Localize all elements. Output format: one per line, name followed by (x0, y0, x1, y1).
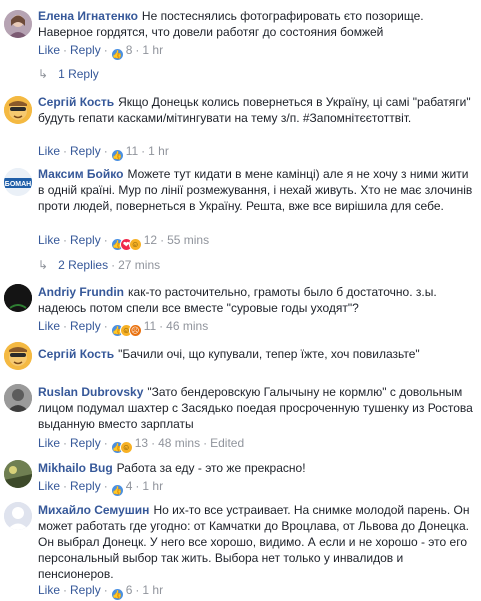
author-name[interactable]: Сергій Кость (38, 95, 114, 109)
timestamp[interactable]: 1 hr (142, 479, 163, 493)
reply-link[interactable]: Reply (70, 319, 101, 333)
reaction-count[interactable]: 11 (144, 319, 156, 333)
view-replies-link[interactable]: ↳ 1 Reply (38, 66, 99, 82)
comment-actions: Like · Reply · 👍☺ 13 · 48 mins · Edited (38, 436, 245, 454)
reactions[interactable]: 👍 (110, 45, 124, 61)
avatar-badge-text: БОМАН (5, 181, 31, 188)
comment-actions: Like · Reply · 👍 11 · 1 hr (38, 144, 169, 162)
reaction-count[interactable]: 13 (135, 436, 148, 450)
author-name[interactable]: Mikhailo Bug (38, 461, 113, 475)
reply-link[interactable]: Reply (70, 436, 101, 450)
reactions[interactable]: 👍☺☹ (110, 321, 142, 337)
like-link[interactable]: Like (38, 319, 60, 333)
reply-link[interactable]: Reply (70, 144, 101, 158)
like-link[interactable]: Like (38, 583, 60, 597)
like-link[interactable]: Like (38, 233, 60, 247)
like-reaction-icon: 👍 (110, 484, 124, 497)
reply-link[interactable]: Reply (70, 583, 101, 597)
timestamp[interactable]: 1 hr (142, 583, 163, 597)
reactions[interactable]: 👍 (110, 481, 124, 497)
avatar[interactable] (4, 502, 32, 530)
avatar[interactable] (4, 96, 32, 124)
author-name[interactable]: Максим Бойко (38, 167, 123, 181)
author-name[interactable]: Елена Игнатенко (38, 9, 138, 23)
comment: Елена Игнатенко Не постеснялись фотографи… (0, 0, 481, 62)
reply-link[interactable]: Reply (70, 479, 101, 493)
reaction-count[interactable]: 11 (126, 144, 138, 158)
reaction-count[interactable]: 12 (144, 233, 157, 247)
reactions[interactable]: 👍☺ (110, 438, 133, 454)
haha-reaction-icon: ☺ (128, 238, 142, 251)
author-name[interactable]: Ruslan Dubrovsky (38, 385, 143, 399)
comment-text: "Бачили очі, що купували, тепер їжте, хо… (118, 347, 420, 361)
edited-label[interactable]: Edited (210, 436, 244, 450)
comment-actions: Like · Reply · 👍 8 · 1 hr (38, 43, 164, 61)
avatar[interactable] (4, 460, 32, 488)
timestamp[interactable]: 1 hr (142, 43, 163, 57)
reactions[interactable]: 👍❤ ☺ (110, 235, 142, 251)
avatar[interactable] (4, 384, 32, 412)
author-name[interactable]: Andriy Frundin (38, 285, 124, 299)
comment-actions: Like · Reply · 👍❤ ☺ 12 · 55 mins (38, 233, 210, 251)
view-replies-link[interactable]: ↳ 2 Replies · 27 mins (38, 257, 160, 273)
timestamp[interactable]: 1 hr (148, 144, 169, 158)
angry-reaction-icon: ☹ (128, 324, 142, 337)
like-link[interactable]: Like (38, 436, 60, 450)
like-reaction-icon: 👍 (110, 588, 124, 601)
author-name[interactable]: Михайло Семушин (38, 503, 149, 517)
comment-actions: Like · Reply · 👍 6 · 1 hr (38, 583, 164, 601)
like-link[interactable]: Like (38, 144, 60, 158)
reply-arrow-icon: ↳ (38, 67, 49, 81)
comment-text: Работа за еду - это же прекрасно! (116, 461, 306, 475)
comment-actions: Like · Reply · 👍 4 · 1 hr (38, 479, 164, 497)
like-link[interactable]: Like (38, 479, 60, 493)
reply-arrow-icon: ↳ (38, 258, 49, 272)
like-reaction-icon: 👍 (110, 48, 124, 61)
timestamp[interactable]: 46 mins (166, 319, 208, 333)
avatar[interactable]: БОМАН (4, 168, 32, 196)
like-link[interactable]: Like (38, 43, 60, 57)
timestamp[interactable]: 48 mins (158, 436, 200, 450)
avatar[interactable] (4, 284, 32, 312)
author-name[interactable]: Сергій Кость (38, 347, 114, 361)
reply-link[interactable]: Reply (70, 43, 101, 57)
comment: Сергій Кость "Бачили очі, що купували, те… (0, 338, 481, 378)
timestamp[interactable]: 55 mins (167, 233, 209, 247)
comment-actions: Like · Reply · 👍☺☹ 11 · 46 mins (38, 319, 209, 337)
avatar[interactable] (4, 342, 32, 370)
avatar[interactable] (4, 10, 32, 38)
haha-reaction-icon: ☺ (119, 441, 133, 454)
reply-link[interactable]: Reply (70, 233, 101, 247)
